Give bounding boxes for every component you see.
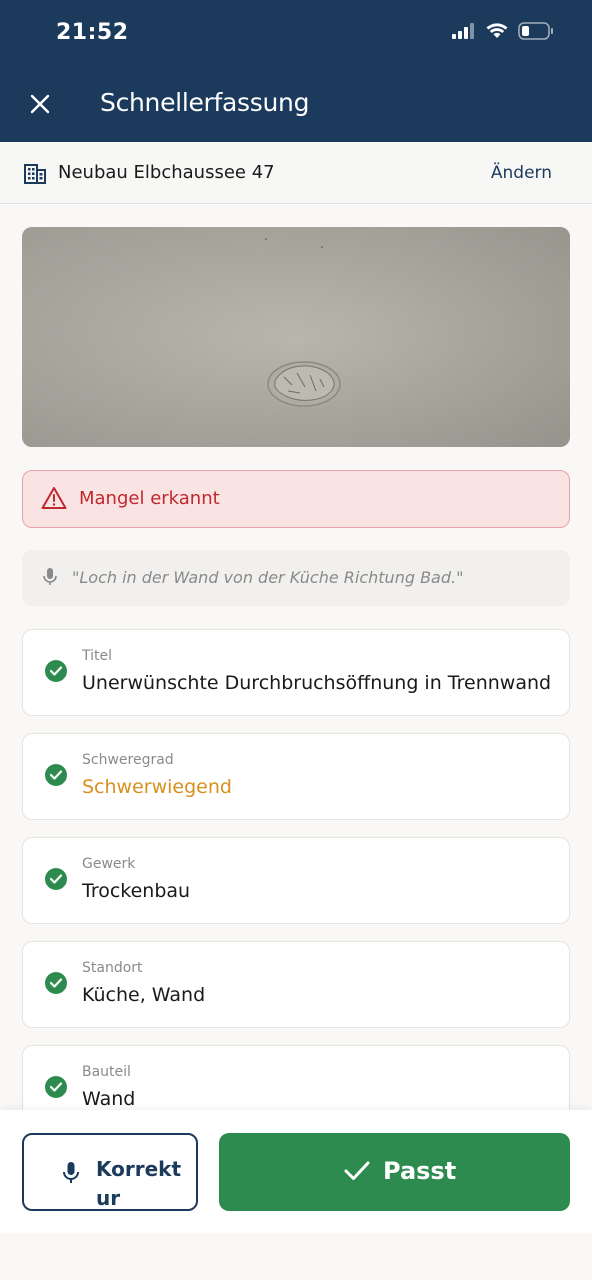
change-project-link[interactable]: Ändern	[491, 163, 552, 183]
check-icon	[45, 972, 67, 994]
project-name: Neubau Elbchaussee 47	[58, 162, 275, 183]
correct-button-label: Korrekt	[96, 1157, 182, 1181]
field-value: Schwerwiegend	[82, 776, 232, 798]
voice-transcript: "Loch in der Wand von der Küche Richtung…	[22, 550, 570, 606]
checkmark-icon	[344, 1161, 370, 1180]
action-bar: Korrekt ur Passt	[0, 1110, 592, 1233]
app-header: 21:52 Schnellerfassung	[0, 0, 592, 142]
field-value: Trockenbau	[82, 880, 191, 902]
confirm-button[interactable]: Passt	[219, 1133, 570, 1211]
microphone-icon	[43, 568, 57, 585]
field-card-trade[interactable]: Gewerk Trockenbau	[22, 837, 570, 924]
field-label: Titel	[82, 648, 113, 664]
field-value: Unerwünschte Durchbruchsöffnung in Trenn…	[82, 672, 552, 694]
field-value: Wand	[82, 1088, 136, 1110]
defect-alert: Mangel erkannt	[22, 470, 570, 528]
check-icon	[45, 868, 67, 890]
field-value: Küche, Wand	[82, 984, 206, 1006]
alert-text: Mangel erkannt	[79, 488, 220, 509]
microphone-icon	[63, 1162, 79, 1183]
page-title: Schnellerfassung	[100, 88, 310, 117]
photo-detail	[22, 227, 570, 447]
home-indicator-area	[0, 1233, 592, 1280]
warning-triangle-icon	[41, 487, 67, 509]
correct-button-label-cut: ur	[96, 1186, 121, 1210]
check-icon	[45, 764, 67, 786]
transcript-text: "Loch in der Wand von der Küche Richtung…	[72, 568, 464, 587]
signal-icon	[452, 23, 474, 39]
field-label: Gewerk	[82, 856, 136, 872]
field-card-title[interactable]: Titel Unerwünschte Durchbruchsöffnung in…	[22, 629, 570, 716]
field-card-location[interactable]: Standort Küche, Wand	[22, 941, 570, 1028]
wifi-icon	[486, 23, 508, 38]
status-time: 21:52	[56, 20, 129, 45]
field-label: Bauteil	[82, 1064, 131, 1080]
project-bar: Neubau Elbchaussee 47 Ändern	[0, 142, 592, 204]
confirm-button-label: Passt	[383, 1157, 457, 1185]
close-icon	[30, 94, 50, 114]
field-label: Schweregrad	[82, 752, 174, 768]
defect-photo[interactable]	[22, 227, 570, 447]
check-icon	[45, 660, 67, 682]
correct-button[interactable]: Korrekt ur	[22, 1133, 198, 1211]
field-card-severity[interactable]: Schweregrad Schwerwiegend	[22, 733, 570, 820]
field-label: Standort	[82, 960, 143, 976]
battery-icon	[518, 22, 553, 40]
close-button[interactable]	[24, 88, 56, 120]
status-icons	[452, 22, 554, 40]
building-icon	[24, 164, 46, 184]
check-icon	[45, 1076, 67, 1098]
